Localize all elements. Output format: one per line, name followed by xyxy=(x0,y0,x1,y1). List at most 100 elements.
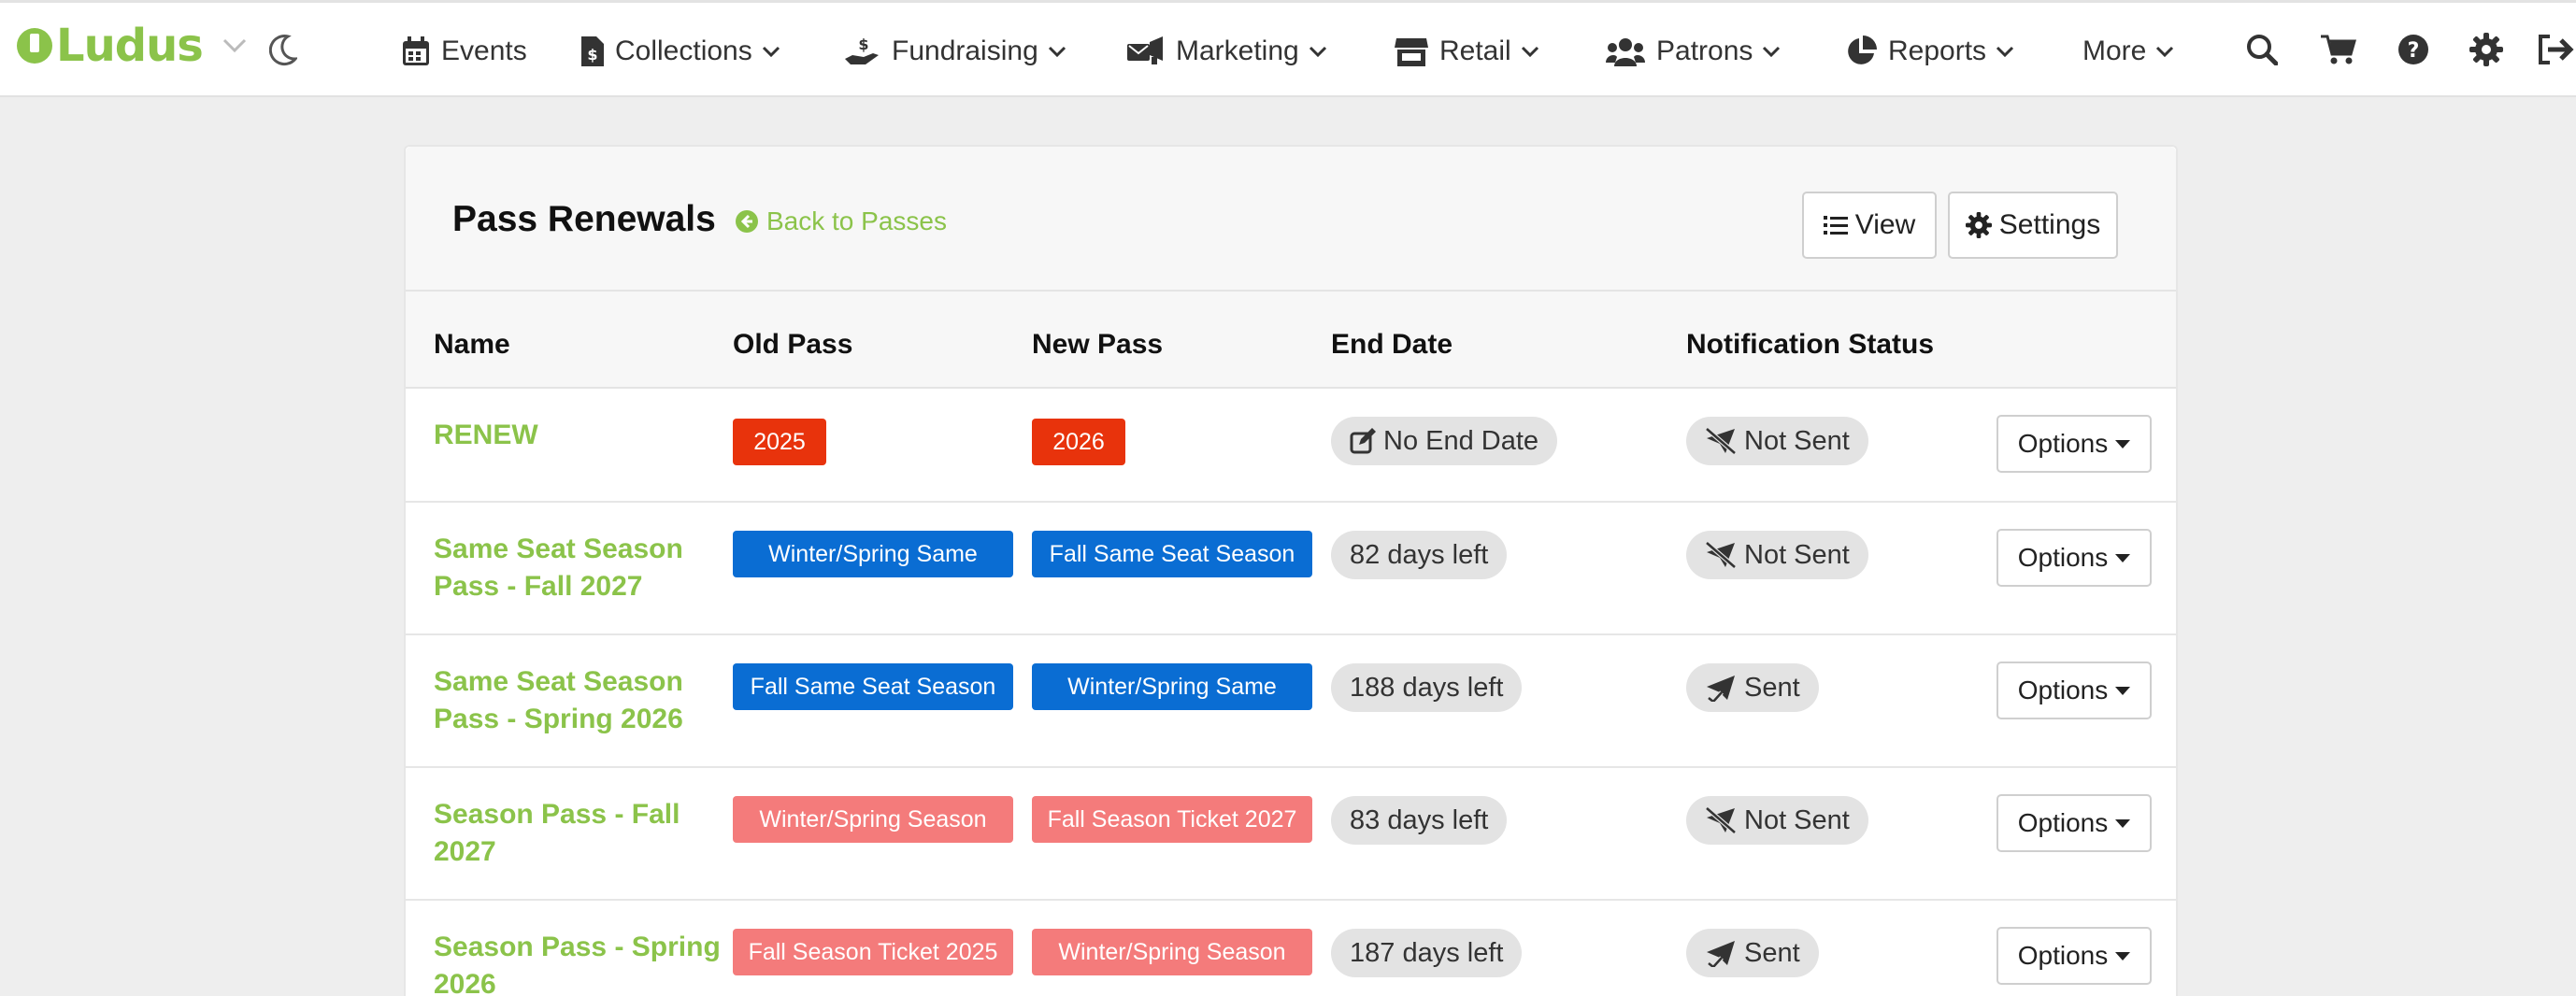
new-pass-badge: Fall Season Ticket 2027 xyxy=(1032,796,1312,843)
chevron-down-icon xyxy=(1521,46,1538,57)
logo-mark-icon xyxy=(17,28,52,64)
gear-icon xyxy=(1965,212,1992,238)
notification-status-text: Not Sent xyxy=(1744,539,1850,570)
moon-icon[interactable] xyxy=(268,35,299,71)
options-dropdown-button[interactable]: Options xyxy=(1996,662,2152,719)
caret-down-icon xyxy=(2115,439,2131,448)
back-to-passes-link[interactable]: Back to Passes xyxy=(735,206,947,236)
svg-text:$: $ xyxy=(587,46,597,64)
column-header-end-date: End Date xyxy=(1331,329,1453,360)
nav-fundraising[interactable]: $ Fundraising xyxy=(845,33,1066,70)
end-date-pill: 187 days left xyxy=(1331,929,1523,977)
notification-status-text: Sent xyxy=(1744,672,1800,703)
paper-plane-slash-icon xyxy=(1705,427,1737,455)
table-row: Same Seat Season Pass - Spring 2026 Fall… xyxy=(406,635,2176,768)
caret-down-icon xyxy=(2115,686,2131,695)
chevron-down-icon xyxy=(1996,46,2014,57)
ludus-logo[interactable]: Ludus xyxy=(17,20,204,72)
nav-events[interactable]: Events xyxy=(402,33,527,70)
old-pass-badge: Fall Same Seat Season xyxy=(733,663,1013,710)
end-date-text: No End Date xyxy=(1383,425,1539,456)
help-icon[interactable]: ? xyxy=(2395,31,2432,68)
caret-down-icon xyxy=(2115,553,2131,562)
nav-collections[interactable]: $ Collections xyxy=(581,33,780,70)
settings-button-label: Settings xyxy=(1998,209,2101,240)
nav-label: Events xyxy=(441,36,527,66)
options-label: Options xyxy=(2017,676,2109,704)
new-pass-badge: Fall Same Seat Season xyxy=(1032,531,1312,577)
notification-status-text: Not Sent xyxy=(1744,425,1850,456)
options-dropdown-button[interactable]: Options xyxy=(1996,794,2152,852)
renewal-name-link[interactable]: Same Seat Season Pass - Fall 2027 xyxy=(434,531,723,605)
search-icon[interactable] xyxy=(2243,31,2281,68)
options-dropdown-button[interactable]: Options xyxy=(1996,529,2152,587)
table-header: Name Old Pass New Pass End Date Notifica… xyxy=(406,292,2176,389)
old-pass-badge: Winter/Spring Same xyxy=(733,531,1013,577)
logout-icon[interactable] xyxy=(2537,31,2574,68)
end-date-pill: 82 days left xyxy=(1331,531,1508,579)
file-dollar-icon: $ xyxy=(581,36,604,66)
gear-icon[interactable] xyxy=(2468,31,2505,68)
calendar-icon xyxy=(403,36,429,65)
top-nav: Ludus Events $ Collections $ Fundraising… xyxy=(0,0,2576,97)
table-row: Season Pass - Fall 2027 Winter/Spring Se… xyxy=(406,768,2176,901)
renewal-name-link[interactable]: Season Pass - Spring 2026 xyxy=(434,929,723,996)
column-header-old-pass: Old Pass xyxy=(733,329,853,360)
nav-reports[interactable]: Reports xyxy=(1845,33,2014,70)
paper-plane-check-icon xyxy=(1707,676,1735,702)
card-header: Pass Renewals Back to Passes View Settin… xyxy=(406,147,2176,292)
store-icon xyxy=(1395,38,1428,66)
caret-down-icon xyxy=(2115,951,2131,960)
nav-label: Collections xyxy=(615,36,752,66)
notification-status-text: Not Sent xyxy=(1744,804,1850,835)
notification-status-pill: Sent xyxy=(1686,663,1819,712)
nav-label: Patrons xyxy=(1656,36,1753,66)
options-label: Options xyxy=(2017,941,2109,970)
chevron-down-icon xyxy=(1763,46,1781,57)
column-header-new-pass: New Pass xyxy=(1032,329,1164,360)
end-date-pill: 83 days left xyxy=(1331,796,1508,845)
nav-label: Retail xyxy=(1439,36,1511,66)
logo-text: Ludus xyxy=(56,20,204,72)
end-date-pill: No End Date xyxy=(1331,417,1558,465)
chevron-down-icon xyxy=(2156,46,2174,57)
arrow-circle-left-icon xyxy=(736,210,758,233)
options-dropdown-button[interactable]: Options xyxy=(1996,415,2152,473)
svg-text:$: $ xyxy=(858,36,868,53)
options-dropdown-button[interactable]: Options xyxy=(1996,927,2152,985)
chevron-down-icon xyxy=(1048,46,1066,57)
notification-status-pill: Not Sent xyxy=(1686,417,1868,465)
paper-plane-check-icon xyxy=(1707,941,1735,967)
notification-status-pill: Sent xyxy=(1686,929,1819,977)
nav-label: Marketing xyxy=(1176,36,1299,66)
settings-button[interactable]: Settings xyxy=(1948,192,2118,259)
chevron-down-icon[interactable] xyxy=(222,38,247,58)
nav-label: More xyxy=(2082,36,2147,66)
nav-more[interactable]: More xyxy=(2082,33,2174,70)
renewal-name-link[interactable]: Same Seat Season Pass - Spring 2026 xyxy=(434,663,723,738)
pie-chart-icon xyxy=(1848,36,1877,64)
cart-icon[interactable] xyxy=(2320,31,2357,68)
chevron-down-icon xyxy=(762,46,780,57)
notification-status-pill: Not Sent xyxy=(1686,531,1868,579)
paper-plane-slash-icon xyxy=(1705,541,1737,569)
paper-plane-slash-icon xyxy=(1705,806,1737,834)
nav-retail[interactable]: Retail xyxy=(1395,33,1539,70)
svg-text:?: ? xyxy=(2408,39,2420,63)
hand-dollar-icon: $ xyxy=(845,36,879,64)
nav-label: Fundraising xyxy=(892,36,1038,66)
renewal-name-link[interactable]: RENEW xyxy=(434,417,723,454)
nav-marketing[interactable]: Marketing xyxy=(1127,33,1327,70)
view-button[interactable]: View xyxy=(1802,192,1937,259)
renewal-name-link[interactable]: Season Pass - Fall 2027 xyxy=(434,796,723,871)
old-pass-badge: Fall Season Ticket 2025 xyxy=(733,929,1013,975)
new-pass-badge: Winter/Spring Same xyxy=(1032,663,1312,710)
end-date-pill: 188 days left xyxy=(1331,663,1523,712)
notification-status-text: Sent xyxy=(1744,937,1800,968)
column-header-notification-status: Notification Status xyxy=(1686,329,1935,360)
new-pass-badge: Winter/Spring Season xyxy=(1032,929,1312,975)
table-row: RENEW 2025 2026 No End Date Not Sent Opt… xyxy=(406,389,2176,503)
caret-down-icon xyxy=(2115,818,2131,828)
nav-patrons[interactable]: Patrons xyxy=(1606,33,1781,70)
new-pass-badge: 2026 xyxy=(1032,419,1125,465)
